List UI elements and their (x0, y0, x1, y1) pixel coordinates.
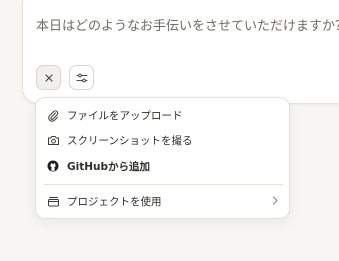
menu-item-use-project[interactable]: プロジェクトを使用 (36, 190, 289, 212)
close-icon (44, 73, 53, 82)
paperclip-icon (46, 108, 60, 122)
menu-item-label: プロジェクトを使用 (67, 195, 162, 208)
menu-item-take-screenshot[interactable]: スクリーンショットを撮る (36, 129, 289, 151)
menu-item-upload-file[interactable]: ファイルをアップロード (36, 104, 289, 126)
menu-item-add-from-github[interactable]: GitHubから追加 (36, 155, 289, 177)
menu-item-label: GitHubから追加 (67, 160, 151, 173)
menu-item-label: ファイルをアップロード (67, 109, 183, 122)
chat-composer[interactable]: 本日はどのようなお手伝いをさせていただけますか？ (22, 0, 339, 104)
sliders-icon (76, 73, 87, 82)
chevron-right-icon (272, 196, 278, 205)
prompt-placeholder[interactable]: 本日はどのようなお手伝いをさせていただけますか？ (36, 15, 339, 34)
tools-settings-button[interactable] (69, 65, 94, 90)
attachment-menu: ファイルをアップロード スクリーンショットを撮る GitHubから追加 プロジェ… (35, 97, 290, 219)
folder-stack-icon (46, 194, 60, 208)
close-menu-button[interactable] (36, 65, 61, 90)
camera-icon (46, 133, 60, 147)
menu-item-label: スクリーンショットを撮る (67, 134, 193, 147)
github-icon (46, 159, 60, 173)
menu-divider (44, 184, 283, 185)
